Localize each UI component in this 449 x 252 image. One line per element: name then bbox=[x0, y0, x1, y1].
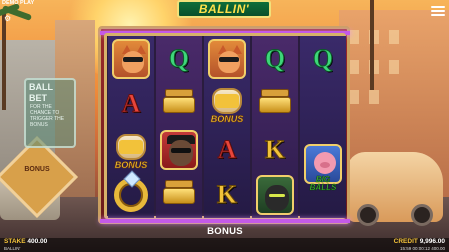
menu-icon[interactable] bbox=[431, 4, 445, 16]
credit-display: CREDIT 9,996.00 bbox=[394, 238, 445, 245]
bottom-bar bbox=[0, 238, 449, 252]
side-sign-line1: BALL bbox=[29, 82, 53, 92]
cat-portrait-symbol bbox=[112, 38, 150, 79]
big-balls-symbol: BIG BALLS bbox=[302, 143, 344, 194]
symbol-a: A bbox=[217, 134, 237, 164]
credit-value: 9,996.00 bbox=[419, 238, 445, 245]
reel-4-cell-3: K bbox=[252, 127, 298, 173]
symbol-q: Q bbox=[168, 43, 190, 73]
reel-2: Q bbox=[156, 36, 202, 218]
reel-3-cell-1 bbox=[204, 36, 250, 82]
gear-icon[interactable]: ⚙ bbox=[4, 14, 11, 23]
gold-bar-symbol bbox=[257, 89, 293, 119]
bonus-symbol: BONUS bbox=[207, 84, 247, 125]
demo-play-label: DEMO PLAY bbox=[2, 0, 35, 6]
reel-2-cell-4 bbox=[156, 173, 202, 219]
pug-portrait-symbol bbox=[160, 129, 198, 170]
reel-3-cell-3: A bbox=[204, 127, 250, 173]
reel-5-cell-2 bbox=[300, 82, 346, 128]
stake-value: 400.00 bbox=[27, 238, 48, 245]
reel-1: A BONUS bbox=[108, 36, 154, 218]
reel-5-cell-1: Q bbox=[300, 36, 346, 82]
stake-label: STAKE bbox=[4, 238, 26, 245]
side-sign-line2: BET bbox=[29, 93, 47, 103]
reel-2-cell-3 bbox=[156, 127, 202, 173]
ring-symbol bbox=[114, 178, 148, 213]
reel-3-cell-2: BONUS bbox=[204, 82, 250, 128]
stake-display[interactable]: STAKE 400.00 bbox=[4, 238, 47, 245]
palm-tree-right bbox=[370, 0, 374, 90]
symbol-k: K bbox=[216, 180, 238, 210]
reel-4-cell-1: Q bbox=[252, 36, 298, 82]
reel-2-cell-1: Q bbox=[156, 36, 202, 82]
reel-1-cell-3: BONUS bbox=[108, 127, 154, 173]
session-info: 15:59 00:00:12 400.00 bbox=[399, 246, 445, 251]
road-sign-text: BONUS bbox=[24, 166, 50, 173]
panther-portrait-symbol bbox=[256, 175, 294, 216]
symbol-q: Q bbox=[312, 43, 334, 73]
reel-4-cell-2 bbox=[252, 82, 298, 128]
reel-5: Q BIG BALLS bbox=[300, 36, 346, 218]
symbol-a: A bbox=[121, 89, 141, 119]
cat-portrait-symbol bbox=[208, 38, 246, 79]
reel-5-cell-3: BIG BALLS bbox=[300, 127, 346, 218]
gold-bar-symbol bbox=[161, 89, 197, 119]
gold-bar-symbol bbox=[161, 180, 197, 210]
reel-3-cell-4: K bbox=[204, 173, 250, 219]
reel-3: BONUS A K bbox=[204, 36, 250, 218]
neon-bottom bbox=[100, 219, 350, 223]
palm-tree bbox=[2, 10, 6, 110]
reel-4-cell-4 bbox=[252, 173, 298, 219]
reel-1-cell-4 bbox=[108, 173, 154, 219]
bonus-symbol: BONUS bbox=[111, 130, 151, 170]
side-sign-line3: FOR THE CHANCE TO TRIGGER THE BONUS bbox=[30, 104, 65, 128]
symbol-q: Q bbox=[264, 43, 286, 73]
reel-1-cell-1 bbox=[108, 36, 154, 82]
game-logo: BALLIN' bbox=[177, 0, 271, 18]
car-right bbox=[347, 152, 443, 226]
bonus-banner: BONUS bbox=[207, 226, 243, 237]
side-bet-sign[interactable]: BALL BET FOR THE CHANCE TO TRIGGER THE B… bbox=[24, 78, 76, 148]
reel-1-cell-2: A bbox=[108, 82, 154, 128]
credit-label: CREDIT bbox=[393, 238, 418, 245]
reel-2-cell-2 bbox=[156, 82, 202, 128]
reel-4: Q K bbox=[252, 36, 298, 218]
game-name: BALLIN' bbox=[4, 246, 21, 251]
symbol-k: K bbox=[264, 134, 286, 164]
